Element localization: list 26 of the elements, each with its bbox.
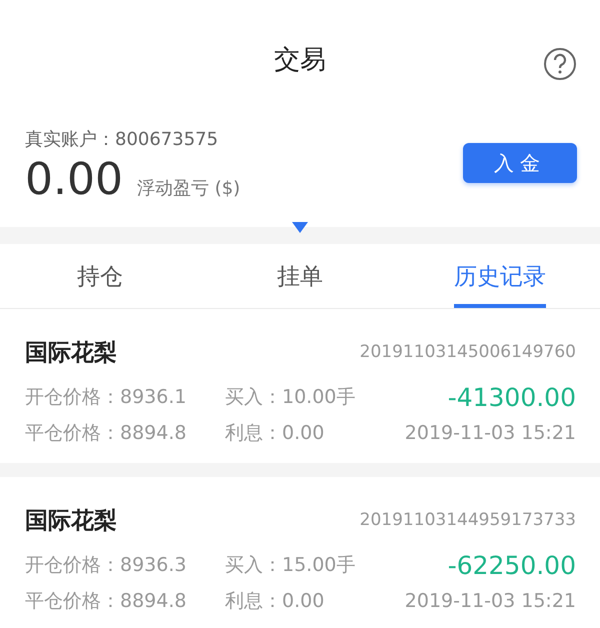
open-price: 开仓价格：8936.1 — [25, 385, 188, 410]
tab[interactable]: 持仓 — [77, 244, 123, 308]
open-price: 开仓价格：8936.3 — [25, 553, 188, 578]
deposit-button[interactable]: 入金 — [463, 143, 577, 183]
close-price: 平仓价格：8894.8 — [25, 421, 188, 446]
floating-pnl-label: 浮动盈亏 ($) — [136, 177, 240, 200]
product-name: 国际花梨 — [25, 506, 117, 536]
help-icon[interactable] — [543, 47, 577, 81]
close-time: 2019-11-03 15:21 — [404, 422, 576, 444]
floating-pnl-amount: 0.00 — [25, 154, 123, 206]
close-price: 平仓价格：8894.8 — [25, 589, 188, 614]
trade-direction: 买入：15.00手 — [225, 553, 356, 578]
interest: 利息：0.00 — [225, 589, 326, 614]
profit-amount: -62250.00 — [448, 550, 576, 580]
collapse-triangle-icon[interactable] — [292, 222, 308, 233]
page-title: 交易 — [274, 44, 326, 77]
product-name: 国际花梨 — [25, 338, 117, 368]
trade-direction: 买入：10.00手 — [225, 385, 356, 410]
tab[interactable]: 挂单 — [277, 244, 323, 308]
interest: 利息：0.00 — [225, 421, 326, 446]
profit-amount: -41300.00 — [448, 382, 576, 412]
tab[interactable]: 历史记录 — [454, 244, 546, 308]
close-time: 2019-11-03 15:21 — [404, 590, 576, 612]
order-number: 20191103145006149760 — [360, 342, 576, 362]
account-label: 真实账户：800673575 — [25, 128, 220, 152]
order-number: 20191103144959173733 — [360, 510, 576, 530]
